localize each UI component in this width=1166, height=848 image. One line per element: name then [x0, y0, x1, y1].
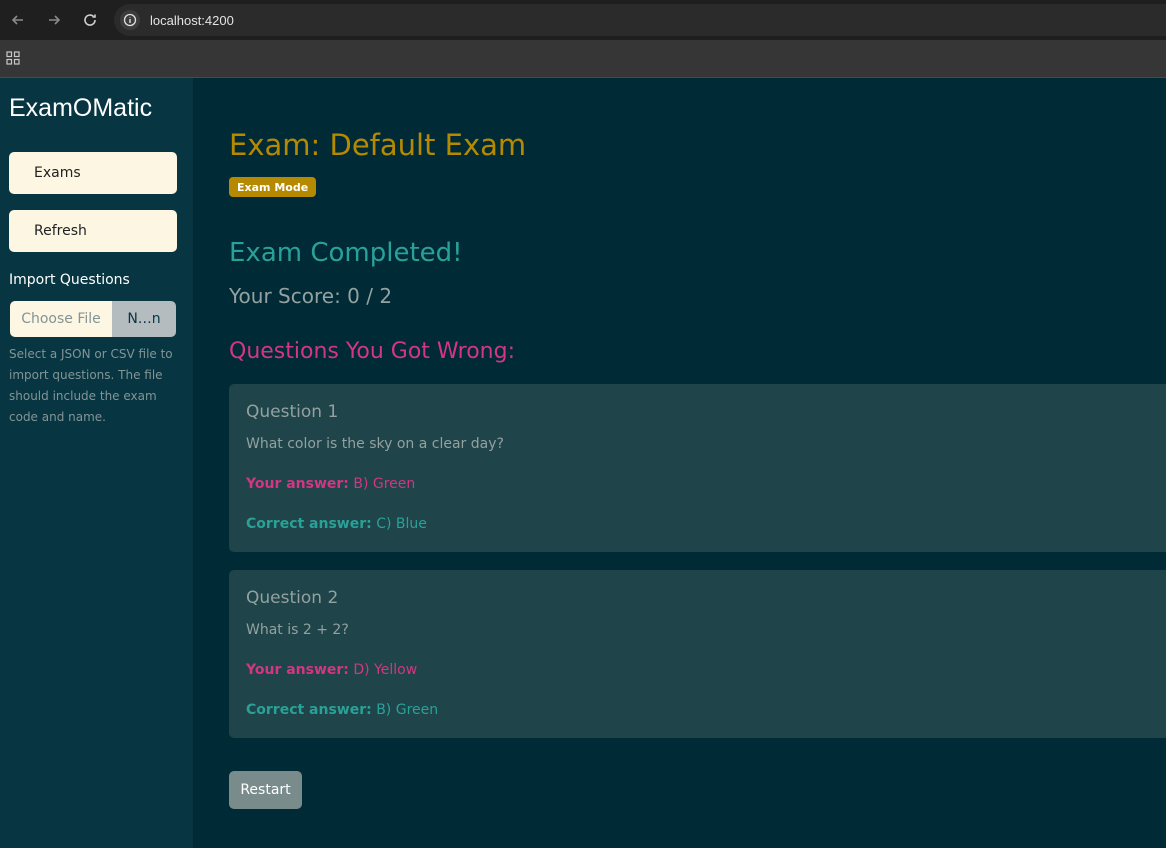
correct-answer-value: C) Blue: [376, 516, 427, 532]
your-answer: Your answer: B) Green: [246, 476, 415, 492]
import-help-text: Select a JSON or CSV file to import ques…: [9, 347, 173, 424]
reload-icon[interactable]: [72, 0, 108, 40]
exam-completed-heading: Exam Completed!: [229, 238, 463, 268]
correct-answer: Correct answer: B) Green: [246, 702, 438, 718]
correct-answer-label: Correct answer:: [246, 516, 372, 532]
url-text: localhost:4200: [150, 12, 234, 28]
correct-answer: Correct answer: C) Blue: [246, 516, 427, 532]
file-name-display: N…n: [112, 301, 176, 337]
question-text: What color is the sky on a clear day?: [246, 436, 504, 452]
exam-title: Exam: Default Exam: [229, 128, 527, 162]
exams-button[interactable]: Exams: [9, 152, 177, 194]
score-text: Your Score: 0 / 2: [229, 284, 393, 308]
choose-file-button[interactable]: Choose File: [10, 301, 112, 337]
info-icon[interactable]: [120, 10, 140, 30]
apps-icon[interactable]: [6, 50, 20, 69]
question-text: What is 2 + 2?: [246, 622, 349, 638]
forward-icon[interactable]: [36, 0, 72, 40]
your-answer-label: Your answer:: [246, 662, 349, 678]
correct-answer-label: Correct answer:: [246, 702, 372, 718]
question-card: Question 2 What is 2 + 2? Your answer: D…: [229, 570, 1166, 738]
wrong-questions-heading: Questions You Got Wrong:: [229, 339, 515, 364]
import-questions-label: Import Questions: [9, 272, 130, 288]
restart-button[interactable]: Restart: [229, 771, 302, 809]
your-answer-label: Your answer:: [246, 476, 349, 492]
question-card: Question 1 What color is the sky on a cl…: [229, 384, 1166, 552]
question-title: Question 1: [246, 402, 339, 422]
question-title: Question 2: [246, 588, 339, 608]
back-icon[interactable]: [0, 0, 36, 40]
bookmarks-bar: [0, 40, 1166, 78]
main-content: Exam: Default Exam Exam Mode Exam Comple…: [193, 78, 1166, 848]
address-bar[interactable]: localhost:4200: [114, 4, 1166, 36]
browser-toolbar: localhost:4200: [0, 0, 1166, 40]
your-answer-value: D) Yellow: [353, 662, 418, 678]
brand-title: ExamOMatic: [9, 94, 153, 122]
your-answer-value: B) Green: [353, 476, 416, 492]
correct-answer-value: B) Green: [376, 702, 439, 718]
your-answer: Your answer: D) Yellow: [246, 662, 417, 678]
refresh-button[interactable]: Refresh: [9, 210, 177, 252]
exam-mode-badge: Exam Mode: [229, 177, 317, 197]
file-input[interactable]: Choose File N…n: [10, 301, 176, 337]
sidebar: ExamOMatic Exams Refresh Import Question…: [0, 78, 193, 848]
